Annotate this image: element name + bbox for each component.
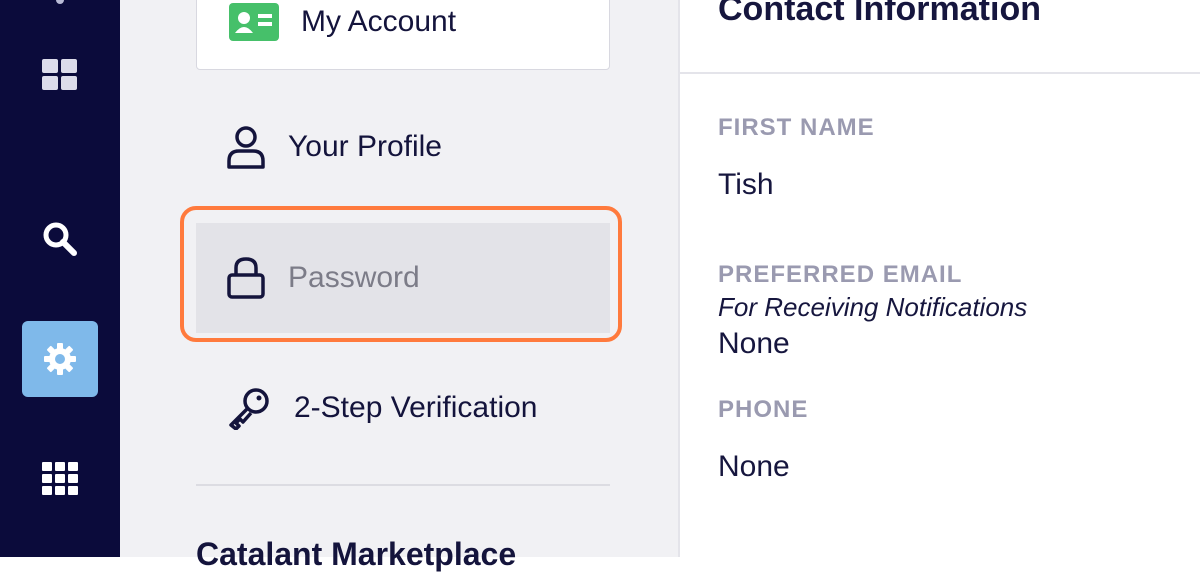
nav-dashboard-button[interactable] (22, 37, 98, 113)
page-title: Contact Information (718, 0, 1041, 28)
menu-divider (196, 484, 610, 486)
gear-icon (44, 343, 76, 375)
first-name-value: Tish (718, 168, 774, 201)
key-icon (229, 388, 269, 430)
nav-apps-button[interactable] (22, 441, 98, 517)
contact-information-panel: Contact Information FIRST NAME Tish PREF… (678, 0, 1200, 557)
menu-item-your-profile[interactable]: Your Profile (196, 92, 610, 202)
first-name-label: FIRST NAME (718, 114, 875, 141)
nav-rail (0, 0, 120, 557)
preferred-email-label: PREFERRED EMAIL (718, 261, 963, 288)
menu-item-label: Your Profile (288, 130, 442, 163)
menu-item-password[interactable]: Password (196, 223, 610, 333)
menu-item-label: 2-Step Verification (294, 391, 538, 424)
preferred-email-note: For Receiving Notifications (718, 292, 1028, 322)
my-account-card[interactable]: My Account (196, 0, 610, 70)
search-icon (43, 222, 77, 256)
phone-value: None (718, 450, 790, 483)
nav-settings-button[interactable] (22, 321, 98, 397)
id-card-icon (229, 3, 279, 41)
menu-item-label: Password (288, 261, 420, 294)
catalant-marketplace-heading: Catalant Marketplace (196, 536, 517, 572)
menu-item-2-step-verification[interactable]: 2-Step Verification (196, 353, 610, 463)
my-account-label: My Account (301, 5, 457, 38)
rail-top-indicator (56, 0, 64, 4)
user-icon (227, 126, 265, 169)
content-header: Contact Information (680, 0, 1200, 74)
dashboard-grid-icon (42, 59, 77, 90)
apps-grid-icon (42, 462, 78, 495)
lock-icon (227, 257, 265, 299)
preferred-email-value: None (718, 327, 790, 360)
nav-search-button[interactable] (22, 201, 98, 277)
phone-label: PHONE (718, 396, 809, 423)
